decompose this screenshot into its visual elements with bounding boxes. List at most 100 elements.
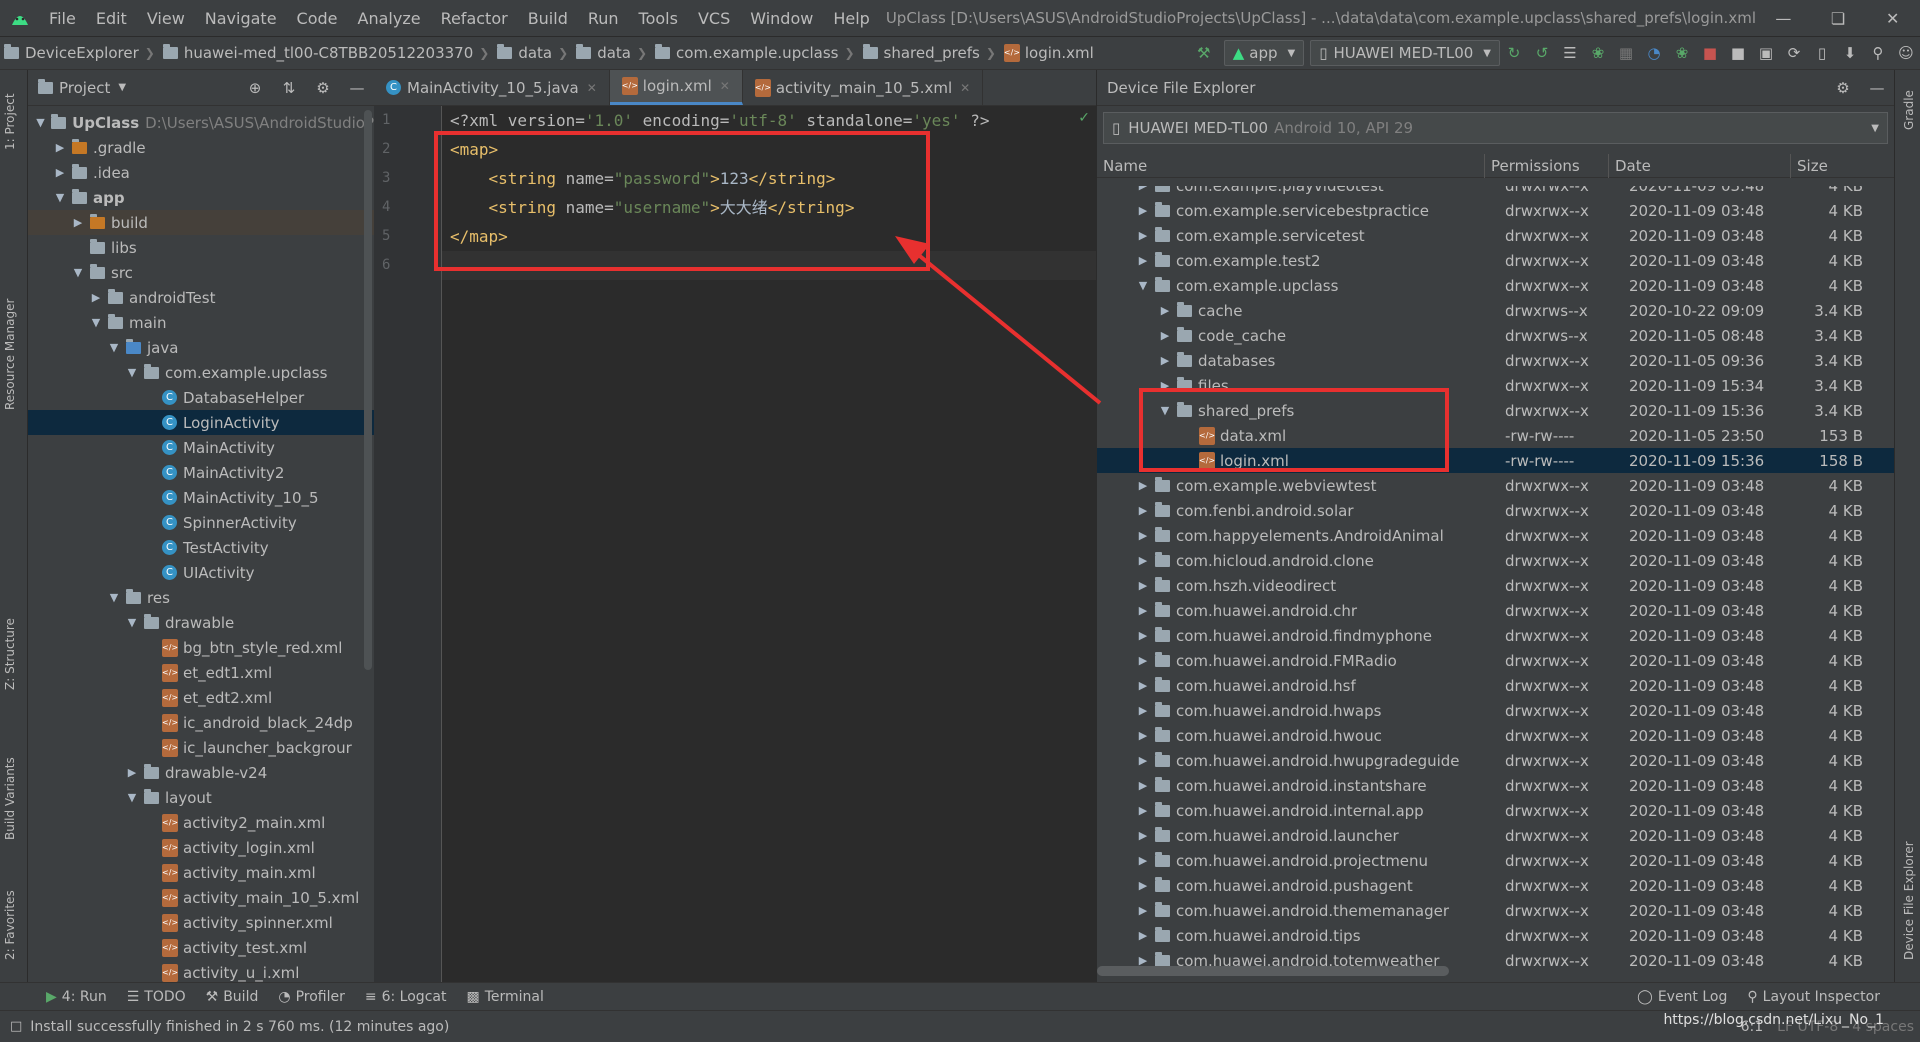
device-file-row[interactable]: ▶ com.example.playvideotest drwxrwx--x2020… (1097, 186, 1894, 198)
device-select[interactable]: ▯ HUAWEI MED-TL00 ▼ (1310, 40, 1500, 66)
tool-tab-gradle[interactable]: Gradle (1902, 90, 1916, 130)
project-tree-item[interactable]: ▼ java (28, 335, 374, 360)
project-tree-item[interactable]: </> activity_main.xml (28, 860, 374, 885)
menu-edit[interactable]: Edit (86, 9, 137, 28)
project-tree-item[interactable]: </> ic_android_black_24dp (28, 710, 374, 735)
project-tree-item[interactable]: ▶ drawable-v24 (28, 760, 374, 785)
expanded-arrow-icon[interactable]: ▼ (106, 591, 122, 604)
collapsed-arrow-icon[interactable]: ▶ (88, 291, 104, 304)
close-tab-icon[interactable]: ✕ (960, 81, 970, 95)
expanded-arrow-icon[interactable]: ▼ (70, 266, 86, 279)
project-tree-item[interactable]: C SpinnerActivity (28, 510, 374, 535)
hide-icon[interactable]: — (1860, 79, 1894, 97)
device-file-row[interactable]: ▶ com.fenbi.android.solar drwxrwx--x 2020-1… (1097, 498, 1894, 523)
stop-icon[interactable]: ■ (1696, 44, 1724, 62)
tool-tab-device-file-explorer[interactable]: Device File Explorer (1902, 841, 1916, 960)
project-tree-item[interactable]: </> activity_spinner.xml (28, 910, 374, 935)
project-tree-item[interactable]: ▶ .gradle (28, 135, 374, 160)
project-tree-item[interactable]: ▼ UpClass D:\Users\ASUS\AndroidStudioP (28, 110, 374, 135)
column-name[interactable]: Name (1097, 153, 1485, 178)
device-file-row[interactable]: ▶ com.example.test2 drwxrwx--x 2020-11-09 0… (1097, 248, 1894, 273)
device-file-row[interactable]: ▶ com.hszh.videodirect drwxrwx--x 2020-11-0… (1097, 573, 1894, 598)
device-file-row[interactable]: ▶ com.example.servicebestpractice drwxrwx-… (1097, 198, 1894, 223)
device-file-row[interactable]: ▶ com.happyelements.AndroidAnimal drwxrwx-… (1097, 523, 1894, 548)
collapsed-arrow-icon[interactable]: ▶ (1135, 804, 1151, 817)
tool-tab-favorites[interactable]: 2: Favorites (3, 890, 17, 960)
menu-view[interactable]: View (137, 9, 195, 28)
chevron-down-icon[interactable]: ▼ (118, 82, 126, 93)
project-tree-item[interactable]: ▶ .idea (28, 160, 374, 185)
attach-debugger-icon[interactable]: ▦ (1612, 44, 1640, 62)
menu-window[interactable]: Window (740, 9, 823, 28)
device-file-row[interactable]: ▶ com.huawei.android.launcher drwxrwx--x 20… (1097, 823, 1894, 848)
run-config-select[interactable]: ▲ app ▼ (1223, 40, 1305, 66)
collapsed-arrow-icon[interactable]: ▶ (1135, 229, 1151, 242)
device-file-row[interactable]: ▶ com.huawei.android.totemweather drwxrwx-… (1097, 948, 1894, 966)
project-tree-item[interactable]: </> ic_launcher_backgrour (28, 735, 374, 760)
project-tree-item[interactable]: </> activity_login.xml (28, 835, 374, 860)
collapsed-arrow-icon[interactable]: ▶ (1135, 579, 1151, 592)
menu-file[interactable]: File (39, 9, 86, 28)
menu-code[interactable]: Code (287, 9, 348, 28)
collapsed-arrow-icon[interactable]: ▶ (1135, 186, 1151, 192)
project-tree-item[interactable]: ▼ res (28, 585, 374, 610)
gear-icon[interactable]: ⚙ (1826, 79, 1860, 97)
sync-icon[interactable]: ⟳ (1780, 44, 1808, 62)
rerun-icon[interactable]: ↻ (1500, 44, 1528, 62)
editor-tab[interactable]: C MainActivity_10_5.java ✕ (374, 70, 610, 105)
device-file-row[interactable]: ▶ com.huawei.android.chr drwxrwx--x 2020-11… (1097, 598, 1894, 623)
device-selector[interactable]: ▯ HUAWEI MED-TL00 Android 10, API 29 ▼ (1103, 112, 1888, 144)
profiler-icon[interactable]: ◔ (1640, 44, 1668, 62)
expanded-arrow-icon[interactable]: ▼ (52, 191, 68, 204)
expanded-arrow-icon[interactable]: ▼ (124, 616, 140, 629)
avd-manager-icon[interactable]: ▣ (1752, 44, 1780, 62)
device-file-row[interactable]: ▶ com.huawei.android.internal.app drwxrwx-… (1097, 798, 1894, 823)
expanded-arrow-icon[interactable]: ▼ (124, 366, 140, 379)
menu-build[interactable]: Build (518, 9, 578, 28)
collapsed-arrow-icon[interactable]: ▶ (1157, 304, 1173, 317)
menu-run[interactable]: Run (578, 9, 629, 28)
breadcrumb-item[interactable]: DeviceExplorer ❯ (0, 44, 159, 62)
column-permissions[interactable]: Permissions (1485, 153, 1609, 178)
collapsed-arrow-icon[interactable]: ▶ (70, 216, 86, 229)
breadcrumb-item[interactable]: com.example.upclass ❯ (651, 44, 858, 62)
menu-vcs[interactable]: VCS (688, 9, 740, 28)
tool-terminal[interactable]: ▩ Terminal (456, 989, 553, 1005)
collapsed-arrow-icon[interactable]: ▶ (124, 766, 140, 779)
project-tree-item[interactable]: libs (28, 235, 374, 260)
apply-changes-icon[interactable]: ↺ (1528, 44, 1556, 62)
collapsed-arrow-icon[interactable]: ▶ (1157, 354, 1173, 367)
device-file-row[interactable]: ▶ com.hicloud.android.clone drwxrwx--x 2020… (1097, 548, 1894, 573)
collapsed-arrow-icon[interactable]: ▶ (1135, 879, 1151, 892)
breadcrumb-item[interactable]: </> login.xml (1000, 44, 1098, 62)
project-tree-item[interactable]: C MainActivity (28, 435, 374, 460)
close-tab-icon[interactable]: ✕ (587, 81, 597, 95)
tool-run[interactable]: ▶ 4: Run (36, 989, 117, 1005)
tool-tab-structure[interactable]: Z: Structure (3, 618, 17, 690)
device-file-row[interactable]: ▶ com.huawei.android.tips drwxrwx--x 2020-1… (1097, 923, 1894, 948)
device-file-row[interactable]: ▶ com.example.servicetest drwxrwx--x 2020-1… (1097, 223, 1894, 248)
project-tree-item[interactable]: ▼ com.example.upclass (28, 360, 374, 385)
device-file-row[interactable]: ▶ com.huawei.android.pushagent drwxrwx--x 2… (1097, 873, 1894, 898)
tool-todo[interactable]: ☰ TODO (117, 989, 196, 1005)
collapsed-arrow-icon[interactable]: ▶ (1135, 629, 1151, 642)
breadcrumb-item[interactable]: shared_prefs ❯ (859, 44, 1000, 62)
collapsed-arrow-icon[interactable]: ▶ (1135, 954, 1151, 966)
expanded-arrow-icon[interactable]: ▼ (124, 791, 140, 804)
project-tree-item[interactable]: </> activity_main_10_5.xml (28, 885, 374, 910)
project-tree-item[interactable]: </> et_edt1.xml (28, 660, 374, 685)
expanded-arrow-icon[interactable]: ▼ (1135, 279, 1151, 292)
sdk-manager-icon[interactable]: ⬇ (1836, 44, 1864, 62)
search-icon[interactable]: ⚲ (1864, 44, 1892, 62)
project-view-select[interactable]: Project (59, 79, 110, 97)
device-file-row[interactable]: ▶ com.huawei.android.projectmenu drwxrwx--… (1097, 848, 1894, 873)
collapsed-arrow-icon[interactable]: ▶ (1135, 504, 1151, 517)
collapsed-arrow-icon[interactable]: ▶ (1135, 929, 1151, 942)
collapsed-arrow-icon[interactable]: ▶ (1135, 754, 1151, 767)
tool-build[interactable]: ⚒ Build (196, 989, 269, 1005)
breadcrumb-item[interactable]: huawei-med_tl00-C8TBB20512203370 ❯ (159, 44, 494, 62)
status-icon[interactable]: □ (10, 1019, 22, 1034)
tool-tab-resource-manager[interactable]: Resource Manager (3, 299, 17, 410)
project-tree-item[interactable]: </> et_edt2.xml (28, 685, 374, 710)
menu-tools[interactable]: Tools (629, 9, 688, 28)
